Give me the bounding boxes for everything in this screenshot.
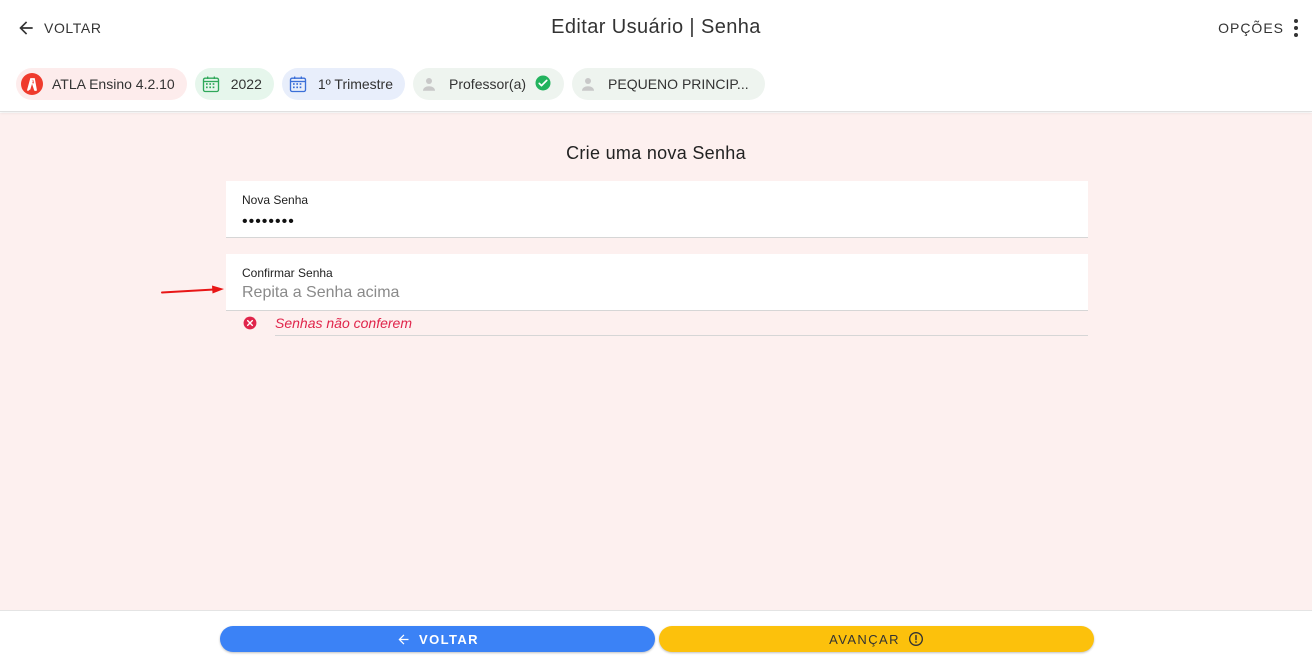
- chip-term-label: 1º Trimestre: [317, 76, 394, 92]
- new-password-label: Nova Senha: [242, 193, 309, 207]
- chip-year-label: 2022: [230, 76, 262, 92]
- context-chips: ATLA Ensino 4.2.10 2022 1º Trimestre Pro…: [16, 68, 765, 100]
- new-password-field[interactable]: Nova Senha ••••••••: [226, 181, 1088, 238]
- password-error: Senhas não conferem: [226, 311, 1088, 336]
- page-title: Editar Usuário | Senha: [551, 16, 761, 38]
- chip-school-label: PEQUENO PRINCIP...: [608, 76, 749, 92]
- password-form-area: Crie uma nova Senha Nova Senha •••••••• …: [0, 113, 1312, 610]
- back-button[interactable]: VOLTAR: [220, 626, 655, 652]
- footer-actions: VOLTAR AVANÇAR: [0, 610, 1312, 664]
- confirm-password-label: Confirmar Senha: [242, 266, 333, 280]
- chip-year[interactable]: 2022: [194, 68, 274, 100]
- app-header: VOLTAR Editar Usuário | Senha OPÇÕES ATL…: [0, 0, 1312, 112]
- confirm-password-input[interactable]: [242, 284, 1072, 302]
- atla-logo-icon: [20, 72, 44, 96]
- options-label: OPÇÕES: [1218, 20, 1284, 36]
- new-password-value: ••••••••: [242, 213, 295, 230]
- chip-role-label: Professor(a): [449, 76, 527, 92]
- person-icon: [417, 72, 441, 96]
- password-error-message: Senhas não conferem: [275, 311, 1088, 336]
- more-vert-icon: [1294, 19, 1298, 37]
- error-circle-icon: [243, 316, 257, 330]
- red-arrow-annotation: [161, 285, 224, 294]
- next-button-label: AVANÇAR: [829, 631, 900, 647]
- chip-school[interactable]: PEQUENO PRINCIP...: [572, 68, 765, 100]
- options-menu-button[interactable]: OPÇÕES: [1218, 16, 1298, 40]
- chip-app-label: ATLA Ensino 4.2.10: [52, 76, 175, 92]
- form-section-title: Crie uma nova Senha: [566, 143, 746, 163]
- chip-app-version[interactable]: ATLA Ensino 4.2.10: [16, 68, 187, 100]
- arrow-left-icon: [398, 634, 409, 644]
- check-circle-icon: [534, 74, 552, 95]
- next-button[interactable]: AVANÇAR: [659, 626, 1094, 652]
- chip-term[interactable]: 1º Trimestre: [281, 68, 406, 100]
- calendar-icon: [199, 72, 223, 96]
- chip-role[interactable]: Professor(a): [413, 68, 565, 100]
- back-button-label: VOLTAR: [419, 631, 479, 647]
- person-icon: [576, 72, 600, 96]
- calendar-icon: [286, 72, 310, 96]
- confirm-password-field[interactable]: Confirmar Senha: [226, 254, 1088, 311]
- alert-circle-icon: [908, 632, 923, 646]
